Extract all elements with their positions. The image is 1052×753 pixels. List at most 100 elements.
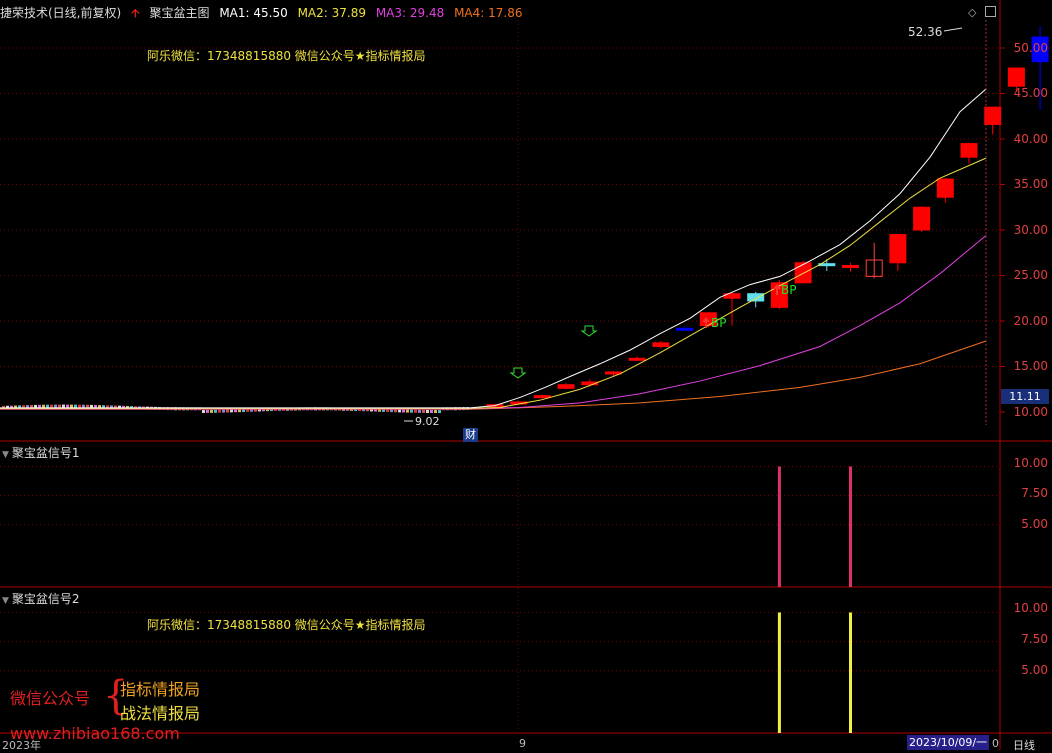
candle: [889, 234, 907, 264]
main-ytick: 20.00: [1013, 314, 1048, 328]
flat-candle: [398, 409, 401, 413]
main-ytick: 35.00: [1013, 177, 1048, 191]
up-arrow-icon[interactable]: 🡩: [131, 6, 140, 20]
signal2-bar: [849, 612, 852, 733]
wechat-line1: 指标情报局: [120, 680, 201, 699]
candle: [652, 342, 670, 347]
flat-candle: [82, 404, 85, 408]
date-indicator: 2023/10/09/一: [907, 735, 990, 750]
sub2-annotation: 阿乐微信：17348815880 微信公众号★指标情报局: [147, 618, 426, 632]
flat-candle: [42, 404, 45, 408]
ma4-line: [0, 340, 987, 410]
candle: [913, 206, 931, 231]
sub1-title-text: 聚宝盆信号1: [11, 446, 80, 460]
main-annotation: 阿乐微信：17348815880 微信公众号★指标情报局: [147, 49, 426, 63]
x-label-year: 2023年: [2, 739, 41, 752]
candle: [533, 395, 551, 399]
ma2-label: MA2: 37.89: [297, 6, 366, 20]
candle: [960, 143, 978, 158]
flat-candle: [218, 409, 221, 413]
flat-candle: [422, 409, 425, 413]
cai-badge[interactable]: 财: [463, 428, 478, 442]
ma3-line: [0, 235, 987, 410]
sub1-title[interactable]: ▼ 聚宝盆信号1: [2, 444, 80, 461]
candle: [842, 264, 859, 268]
ma1-label: MA1: 45.50: [219, 6, 288, 20]
flat-candle: [54, 404, 57, 408]
flat-candle: [434, 410, 437, 414]
settings-diamond-icon[interactable]: ◇: [968, 6, 976, 19]
main-ytick: 45.00: [1013, 86, 1048, 100]
high-pointer-line: [943, 27, 963, 32]
bp-label: BP: [781, 283, 797, 297]
chart-canvas: [0, 0, 1052, 750]
sub2-ytick: 5.00: [1021, 663, 1048, 677]
flat-candle: [62, 404, 65, 408]
flat-candle: [86, 404, 89, 408]
flat-candle: [46, 404, 49, 408]
down-arrow-icon: [580, 325, 598, 337]
x-label-mid: 9: [519, 737, 526, 750]
ma2-line: [0, 157, 987, 409]
flat-candle: [418, 409, 421, 413]
candle: [557, 384, 575, 389]
sub2-ytick: 7.50: [1021, 632, 1048, 646]
wechat-line2: 战法情报局: [120, 704, 201, 723]
main-ytick: 15.00: [1013, 359, 1048, 373]
x-label-zero: 0: [992, 737, 999, 750]
signal1-bar: [777, 466, 781, 587]
flat-candle: [410, 409, 413, 413]
flat-candle: [78, 404, 81, 408]
flat-candle: [50, 404, 53, 408]
candle: [794, 262, 812, 284]
flat-candle: [406, 409, 409, 413]
ma4-label: MA4: 17.86: [454, 6, 523, 20]
signal2-bar: [777, 612, 781, 733]
bp-label: BP: [711, 316, 727, 330]
candle: [936, 178, 954, 198]
flat-candle: [414, 409, 417, 413]
collapse-icon[interactable]: ▼: [2, 450, 9, 460]
flat-candle: [214, 409, 217, 413]
sub2-title[interactable]: ▼ 聚宝盆信号2: [2, 590, 80, 607]
candle: [628, 357, 646, 361]
flat-candle: [426, 409, 429, 413]
stock-title: 捷荣技术(日线,前复权): [0, 6, 122, 20]
collapse-icon[interactable]: ▼: [2, 596, 9, 606]
flat-candle: [74, 404, 77, 408]
candle: [747, 293, 765, 302]
flat-candle: [202, 409, 205, 413]
flat-candle: [222, 409, 225, 413]
flat-candle: [58, 404, 61, 408]
flat-candle: [226, 409, 229, 413]
flat-candle: [38, 404, 41, 408]
flat-candle: [66, 404, 69, 408]
main-ytick: 25.00: [1013, 268, 1048, 282]
main-ytick: 40.00: [1013, 132, 1048, 146]
indicator-name[interactable]: 聚宝盆主图: [149, 6, 209, 20]
sub1-ytick: 7.50: [1021, 486, 1048, 500]
wechat-label: 微信公众号: [10, 689, 91, 708]
period-label[interactable]: 日线: [1013, 737, 1035, 753]
current-price-badge: 11.11: [1001, 389, 1049, 404]
signal1-bar: [849, 466, 852, 587]
flat-candle: [210, 409, 213, 413]
sub1-ytick: 5.00: [1021, 517, 1048, 531]
main-ytick: 50.00: [1013, 41, 1048, 55]
sub2-ytick: 10.00: [1013, 601, 1048, 615]
flat-candle: [430, 410, 433, 414]
candle: [984, 106, 1002, 125]
flat-candle: [206, 409, 209, 413]
window-toggle-icon[interactable]: [985, 6, 996, 17]
flat-candle: [230, 409, 233, 413]
main-header: 捷荣技术(日线,前复权) 🡩 聚宝盆主图 MA1: 45.50 MA2: 37.…: [0, 4, 528, 25]
high-price-label: 52.36: [908, 25, 943, 39]
flat-candle: [70, 404, 73, 408]
low-price-label: 9.02: [415, 415, 440, 428]
sub2-title-text: 聚宝盆信号2: [11, 592, 80, 606]
candle: [676, 327, 694, 331]
main-ytick: 30.00: [1013, 223, 1048, 237]
flat-candle: [402, 409, 405, 413]
ma3-label: MA3: 29.48: [375, 6, 445, 20]
flat-candle: [438, 410, 441, 414]
